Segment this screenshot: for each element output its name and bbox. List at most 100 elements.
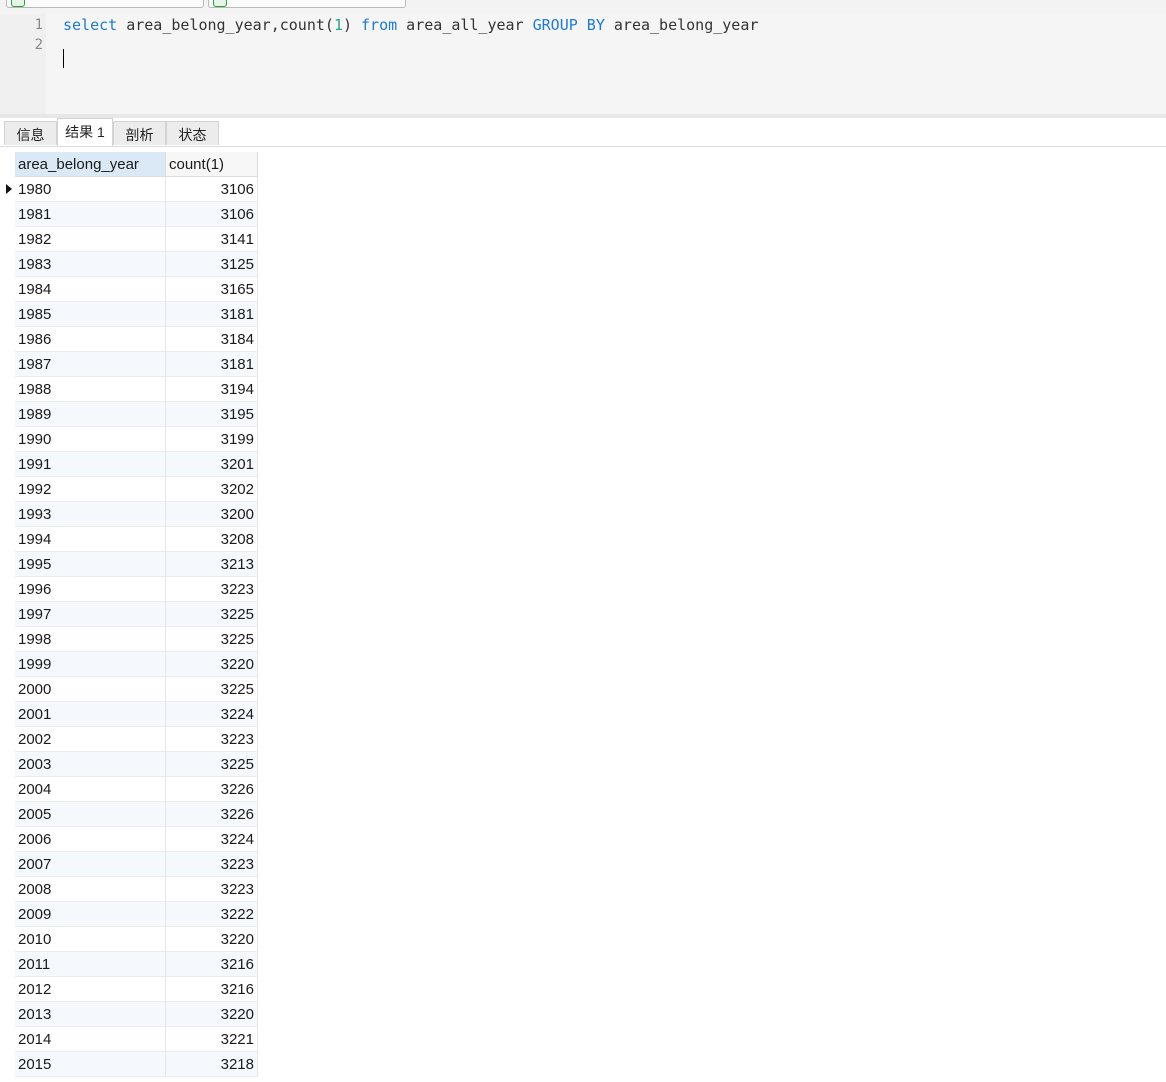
cell-count[interactable]: 3223	[166, 727, 258, 752]
cell-area-belong-year[interactable]: 1993	[15, 502, 166, 527]
cell-area-belong-year[interactable]: 1994	[15, 527, 166, 552]
row-indicator[interactable]	[0, 527, 15, 552]
table-row[interactable]: 1997 3225	[0, 602, 258, 627]
row-indicator[interactable]	[0, 652, 15, 677]
cell-area-belong-year[interactable]: 1999	[15, 652, 166, 677]
cell-count[interactable]: 3216	[166, 952, 258, 977]
table-row[interactable]: 2013 3220	[0, 1002, 258, 1027]
cell-area-belong-year[interactable]: 2012	[15, 977, 166, 1002]
table-row[interactable]: 2014 3221	[0, 1027, 258, 1052]
cell-area-belong-year[interactable]: 2002	[15, 727, 166, 752]
cell-count[interactable]: 3226	[166, 777, 258, 802]
tab-status[interactable]: 状态	[166, 121, 219, 145]
cell-count[interactable]: 3220	[166, 927, 258, 952]
tab-profile[interactable]: 剖析	[113, 121, 166, 145]
cell-area-belong-year[interactable]: 2000	[15, 677, 166, 702]
cell-area-belong-year[interactable]: 1996	[15, 577, 166, 602]
cell-area-belong-year[interactable]: 2014	[15, 1027, 166, 1052]
sql-editor[interactable]: 1 2 select area_belong_year,count(1) fro…	[0, 14, 1166, 114]
table-row[interactable]: 1984 3165	[0, 277, 258, 302]
table-row[interactable]: 1994 3208	[0, 527, 258, 552]
table-row[interactable]: 2007 3223	[0, 852, 258, 877]
row-indicator[interactable]	[0, 877, 15, 902]
cell-area-belong-year[interactable]: 2003	[15, 752, 166, 777]
cell-area-belong-year[interactable]: 2005	[15, 802, 166, 827]
cell-count[interactable]: 3224	[166, 702, 258, 727]
table-row[interactable]: 2008 3223	[0, 877, 258, 902]
table-row[interactable]: 1985 3181	[0, 302, 258, 327]
row-indicator[interactable]	[0, 302, 15, 327]
cell-area-belong-year[interactable]: 2004	[15, 777, 166, 802]
cell-count[interactable]: 3225	[166, 752, 258, 777]
table-row[interactable]: 2009 3222	[0, 902, 258, 927]
table-row[interactable]: 1990 3199	[0, 427, 258, 452]
table-row[interactable]: 1989 3195	[0, 402, 258, 427]
row-indicator[interactable]	[0, 252, 15, 277]
cell-area-belong-year[interactable]: 1980	[15, 177, 166, 202]
row-indicator[interactable]	[0, 577, 15, 602]
cell-area-belong-year[interactable]: 2001	[15, 702, 166, 727]
row-indicator[interactable]	[0, 1002, 15, 1027]
query-tab[interactable]	[208, 0, 406, 8]
cell-count[interactable]: 3199	[166, 427, 258, 452]
table-row[interactable]: 1988 3194	[0, 377, 258, 402]
row-indicator[interactable]	[0, 502, 15, 527]
cell-area-belong-year[interactable]: 2015	[15, 1052, 166, 1077]
row-indicator[interactable]	[0, 402, 15, 427]
cell-count[interactable]: 3216	[166, 977, 258, 1002]
cell-count[interactable]: 3226	[166, 802, 258, 827]
cell-count[interactable]: 3195	[166, 402, 258, 427]
table-row[interactable]: 1980 3106	[0, 177, 258, 202]
cell-count[interactable]: 3202	[166, 477, 258, 502]
row-indicator[interactable]	[0, 627, 15, 652]
row-indicator[interactable]	[0, 352, 15, 377]
row-indicator[interactable]	[0, 977, 15, 1002]
cell-count[interactable]: 3223	[166, 877, 258, 902]
table-row[interactable]: 1986 3184	[0, 327, 258, 352]
table-row[interactable]: 1998 3225	[0, 627, 258, 652]
cell-count[interactable]: 3225	[166, 627, 258, 652]
cell-count[interactable]: 3220	[166, 652, 258, 677]
cell-count[interactable]: 3200	[166, 502, 258, 527]
query-tab[interactable]	[6, 0, 204, 8]
cell-count[interactable]: 3184	[166, 327, 258, 352]
sql-query-line[interactable]: select area_belong_year,count(1) from ar…	[63, 15, 758, 35]
table-row[interactable]: 2005 3226	[0, 802, 258, 827]
cell-count[interactable]: 3106	[166, 202, 258, 227]
table-row[interactable]: 1992 3202	[0, 477, 258, 502]
table-row[interactable]: 1983 3125	[0, 252, 258, 277]
cell-area-belong-year[interactable]: 1987	[15, 352, 166, 377]
cell-count[interactable]: 3201	[166, 452, 258, 477]
row-indicator[interactable]	[0, 752, 15, 777]
table-row[interactable]: 1995 3213	[0, 552, 258, 577]
table-row[interactable]: 2002 3223	[0, 727, 258, 752]
cell-count[interactable]: 3141	[166, 227, 258, 252]
cell-area-belong-year[interactable]: 2009	[15, 902, 166, 927]
cell-area-belong-year[interactable]: 1983	[15, 252, 166, 277]
cell-count[interactable]: 3194	[166, 377, 258, 402]
cell-area-belong-year[interactable]: 1985	[15, 302, 166, 327]
row-indicator[interactable]	[0, 552, 15, 577]
table-row[interactable]: 2004 3226	[0, 777, 258, 802]
cell-count[interactable]: 3213	[166, 552, 258, 577]
cell-area-belong-year[interactable]: 2013	[15, 1002, 166, 1027]
table-row[interactable]: 1991 3201	[0, 452, 258, 477]
cell-count[interactable]: 3125	[166, 252, 258, 277]
table-row[interactable]: 2015 3218	[0, 1052, 258, 1077]
row-indicator[interactable]	[0, 702, 15, 727]
cell-count[interactable]: 3222	[166, 902, 258, 927]
row-indicator[interactable]	[0, 477, 15, 502]
row-indicator[interactable]	[0, 677, 15, 702]
table-row[interactable]: 1982 3141	[0, 227, 258, 252]
cell-count[interactable]: 3221	[166, 1027, 258, 1052]
table-row[interactable]: 1993 3200	[0, 502, 258, 527]
table-row[interactable]: 1996 3223	[0, 577, 258, 602]
cell-count[interactable]: 3224	[166, 827, 258, 852]
row-indicator[interactable]	[0, 377, 15, 402]
row-indicator[interactable]	[0, 852, 15, 877]
table-row[interactable]: 2011 3216	[0, 952, 258, 977]
table-row[interactable]: 2006 3224	[0, 827, 258, 852]
cell-area-belong-year[interactable]: 1991	[15, 452, 166, 477]
cell-count[interactable]: 3223	[166, 577, 258, 602]
cell-area-belong-year[interactable]: 1982	[15, 227, 166, 252]
